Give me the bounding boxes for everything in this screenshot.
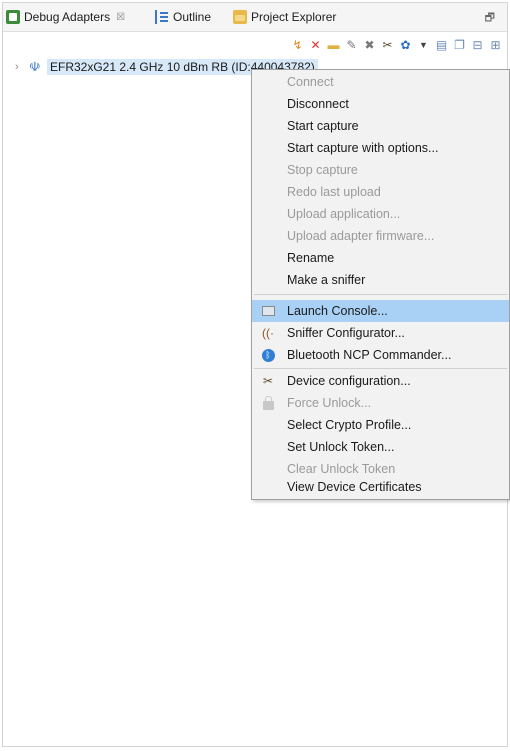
menu-item-launch-console[interactable]: Launch Console... (252, 300, 509, 322)
menu-item-label: Force Unlock... (287, 396, 372, 410)
menu-item-start-capture[interactable]: Start capture (252, 115, 509, 137)
tools-icon: ✂ (262, 374, 274, 388)
menu-item-force-unlock[interactable]: Force Unlock... (252, 392, 509, 414)
menu-item-label: Launch Console... (287, 304, 388, 318)
gear-icon[interactable]: ✿ (398, 38, 413, 53)
menu-item-label: Bluetooth NCP Commander... (287, 348, 452, 362)
tab-outline[interactable]: Outline (155, 6, 211, 28)
tab-label: Project Explorer (251, 10, 337, 24)
tab-project-explorer[interactable]: Project Explorer (233, 6, 336, 28)
edit-icon[interactable]: ✎ (344, 38, 359, 53)
adapter-icon: ☫ (29, 59, 41, 74)
menu-item-disconnect[interactable]: Disconnect (252, 93, 509, 115)
tab-label: Outline (173, 10, 212, 24)
delete-icon[interactable]: ✖ (362, 38, 377, 53)
menu-item-set-unlock-token[interactable]: Set Unlock Token... (252, 436, 509, 458)
chevron-right-icon[interactable]: › (15, 61, 29, 73)
outline-icon (155, 10, 169, 24)
debug-adapters-icon (6, 10, 20, 24)
menu-item-view-device-certificates[interactable]: View Device Certificates (252, 476, 509, 498)
menu-item-label: Device configuration... (287, 374, 411, 388)
menu-item-label: Stop capture (287, 163, 358, 177)
menu-item-stop-capture[interactable]: Stop capture (252, 159, 509, 181)
refresh-icon[interactable]: ↯ (290, 38, 305, 53)
menu-item-device-configuration[interactable]: ✂ Device configuration... (252, 370, 509, 392)
menu-item-label: Start capture with options... (287, 141, 439, 155)
config-icon[interactable]: ✂ (380, 38, 395, 53)
bluetooth-icon: ᛒ (260, 347, 276, 363)
tab-debug-adapters[interactable]: Debug Adapters ☒ (6, 6, 125, 28)
menu-item-label: Clear Unlock Token (287, 462, 396, 476)
lock-icon (260, 395, 276, 411)
collapse-icon[interactable]: ⊟ (470, 38, 485, 53)
view-toolbar: ↯ ✕ ▬ ✎ ✖ ✂ ✿ ▼ ▤ ❐ ⊟ ⊞ (290, 36, 503, 54)
tab-label: Debug Adapters (24, 10, 111, 24)
menu-item-redo-last-upload[interactable]: Redo last upload (252, 181, 509, 203)
close-icon[interactable]: ☒ (116, 12, 125, 23)
menu-item-sniffer-configurator[interactable]: ((· Sniffer Configurator... (252, 322, 509, 344)
menu-item-rename[interactable]: Rename (252, 247, 509, 269)
view-tab-bar: Debug Adapters ☒ Outline Project Explore… (3, 3, 507, 32)
folder-icon[interactable]: ▬ (326, 38, 341, 53)
project-explorer-icon (233, 10, 247, 24)
menu-item-bluetooth-ncp-commander[interactable]: ᛒ Bluetooth NCP Commander... (252, 344, 509, 366)
menu-item-label: Sniffer Configurator... (287, 326, 405, 340)
dropdown-icon[interactable]: ▼ (416, 38, 431, 53)
menu-item-connect[interactable]: Connect (252, 71, 509, 93)
menu-item-select-crypto-profile[interactable]: Select Crypto Profile... (252, 414, 509, 436)
menu-item-label: Disconnect (287, 97, 349, 111)
list-icon[interactable]: ▤ (434, 38, 449, 53)
menu-item-label: Upload application... (287, 207, 401, 221)
menu-item-upload-adapter-firmware[interactable]: Upload adapter firmware... (252, 225, 509, 247)
menu-item-label: Make a sniffer (287, 273, 366, 287)
menu-item-label: View Device Certificates (287, 480, 422, 494)
console-icon (260, 303, 276, 319)
menu-item-start-capture-options[interactable]: Start capture with options... (252, 137, 509, 159)
menu-item-label: Select Crypto Profile... (287, 418, 412, 432)
menu-item-label: Set Unlock Token... (287, 440, 395, 454)
context-menu: Connect Disconnect Start capture Start c… (251, 69, 510, 500)
tools-icon[interactable]: ✕ (308, 38, 323, 53)
menu-separator (254, 368, 507, 369)
copy-icon[interactable]: ❐ (452, 38, 467, 53)
sniffer-icon: ((· (262, 326, 274, 340)
expand-icon[interactable]: ⊞ (488, 38, 503, 53)
restore-icon[interactable]: 🗗 (485, 9, 495, 28)
menu-item-make-sniffer[interactable]: Make a sniffer (252, 269, 509, 291)
menu-item-label: Start capture (287, 119, 359, 133)
menu-separator (254, 294, 507, 295)
menu-item-label: Rename (287, 251, 335, 265)
menu-item-upload-application[interactable]: Upload application... (252, 203, 509, 225)
menu-item-label: Connect (287, 75, 334, 89)
menu-item-label: Redo last upload (287, 185, 381, 199)
menu-item-label: Upload adapter firmware... (287, 229, 435, 243)
